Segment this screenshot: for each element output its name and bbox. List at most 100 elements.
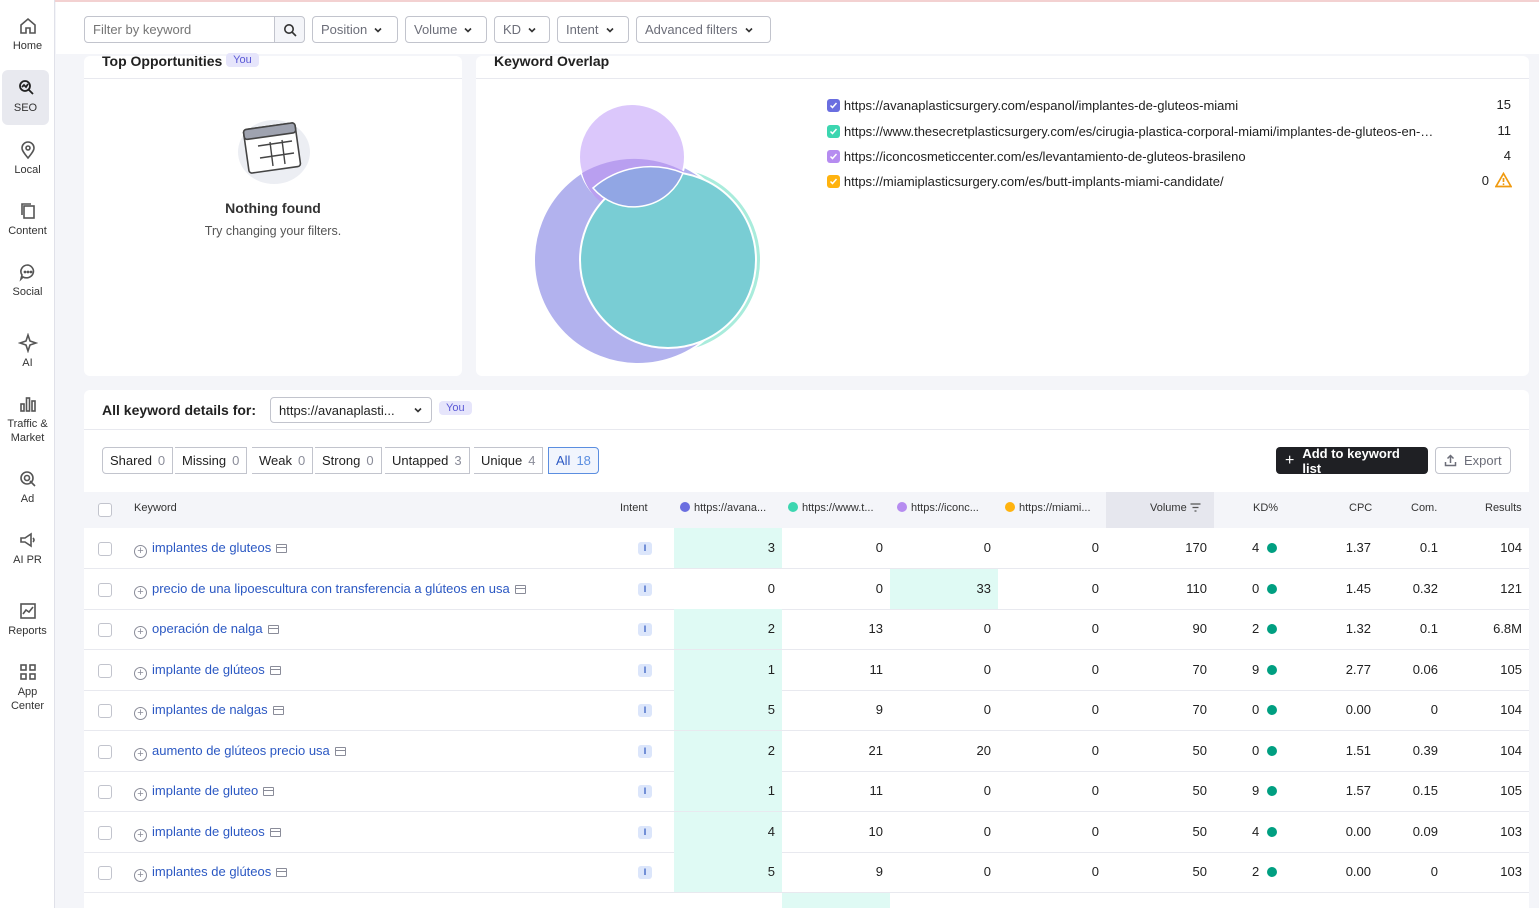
serp-icon[interactable] — [269, 666, 281, 675]
table-row-keyword[interactable]: + precio de una lipoescultura con transfe… — [134, 581, 526, 599]
add-circle-icon[interactable]: + — [134, 869, 147, 882]
checkbox-checked-icon[interactable] — [827, 149, 840, 163]
serp-icon[interactable] — [334, 747, 346, 756]
col-domain-2[interactable]: https://www.t... — [788, 502, 874, 514]
tab-untapped[interactable]: Untapped 3 — [385, 447, 470, 474]
legend-row-1[interactable]: https://avanaplasticsurgery.com/espanol/… — [827, 97, 1467, 113]
keyword-link[interactable]: implante de gluteo — [152, 783, 258, 798]
serp-icon[interactable] — [267, 625, 279, 634]
serp-icon[interactable] — [276, 544, 288, 553]
col-domain-3[interactable]: https://iconc... — [897, 502, 979, 514]
col-volume[interactable]: Volume — [1150, 502, 1201, 514]
intent-dropdown[interactable]: Intent — [557, 16, 629, 43]
cpc-cell: 1.32 — [1345, 621, 1371, 636]
row-checkbox[interactable] — [98, 785, 112, 799]
add-circle-icon[interactable]: + — [134, 829, 147, 842]
row-checkbox[interactable] — [98, 623, 112, 637]
legend-row-2[interactable]: https://www.thesecretplasticsurgery.com/… — [827, 123, 1473, 139]
serp-icon[interactable] — [514, 585, 526, 594]
keyword-link[interactable]: implantes de gluteos — [152, 540, 271, 555]
advanced-filters-dropdown[interactable]: Advanced filters — [636, 16, 771, 43]
serp-icon[interactable] — [263, 787, 275, 796]
add-circle-icon[interactable]: + — [134, 626, 147, 639]
volume-dropdown[interactable]: Volume — [405, 16, 487, 43]
nav-reports[interactable]: Reports — [0, 601, 55, 641]
row-checkbox[interactable] — [98, 745, 112, 759]
serp-icon[interactable] — [276, 868, 288, 877]
row-divider — [84, 568, 1529, 569]
nav-ad[interactable]: Ad — [0, 469, 55, 509]
position-dropdown[interactable]: Position — [312, 16, 398, 43]
keyword-link[interactable]: implante de glúteos — [152, 662, 265, 677]
add-circle-icon[interactable]: + — [134, 788, 147, 801]
col-kd[interactable]: KD% — [1253, 502, 1278, 514]
table-row-keyword[interactable]: + implante de gluteos — [134, 824, 281, 842]
table-row-keyword[interactable]: + operación de nalga — [134, 621, 279, 639]
col-domain-4[interactable]: https://miami... — [1005, 502, 1091, 514]
table-row-keyword[interactable]: + implantes de gluteos — [134, 540, 288, 558]
tab-missing[interactable]: Missing 0 — [175, 447, 248, 474]
keyword-filter-input[interactable] — [84, 16, 275, 43]
keyword-link[interactable]: implante de gluteos — [152, 824, 265, 839]
add-circle-icon[interactable]: + — [134, 667, 147, 680]
keyword-link[interactable]: implantes de glúteos — [152, 864, 271, 879]
checkbox-checked-icon[interactable] — [827, 174, 840, 188]
keyword-link[interactable]: precio de una lipoescultura con transfer… — [152, 581, 510, 596]
nav-content[interactable]: Content — [0, 201, 55, 245]
nav-seo[interactable]: SEO — [2, 70, 49, 125]
table-row-keyword[interactable]: + implante de gluteo — [134, 783, 275, 801]
select-all-checkbox[interactable] — [98, 503, 112, 517]
table-row-keyword[interactable]: + implantes de glúteos — [134, 864, 288, 882]
col-keyword[interactable]: Keyword — [134, 502, 177, 514]
legend-row-3[interactable]: https://iconcosmeticcenter.com/es/levant… — [827, 148, 1467, 164]
checkbox-checked-icon[interactable] — [827, 98, 840, 112]
keyword-link[interactable]: implantes de nalgas — [152, 702, 268, 717]
row-checkbox[interactable] — [98, 704, 112, 718]
col-cpc[interactable]: CPC — [1349, 502, 1372, 514]
serp-icon[interactable] — [272, 706, 284, 715]
row-checkbox[interactable] — [98, 664, 112, 678]
tab-unique[interactable]: Unique 4 — [474, 447, 544, 474]
nav-local[interactable]: Local — [0, 140, 55, 184]
domain-select[interactable]: https://avanaplasti... — [270, 397, 432, 423]
nav-social[interactable]: Social — [0, 262, 55, 306]
tab-shared[interactable]: Shared 0 — [102, 447, 174, 474]
add-circle-icon[interactable]: + — [134, 748, 147, 761]
table-row-keyword[interactable]: + aumento de glúteos precio usa — [134, 743, 346, 761]
nav-traffic-label-2: Market — [10, 432, 45, 444]
table-row-keyword[interactable]: + implante de glúteos — [134, 662, 281, 680]
nav-app-center[interactable]: App Center — [0, 662, 55, 714]
warning-icon[interactable] — [1495, 172, 1512, 188]
serp-icon[interactable] — [269, 828, 281, 837]
row-checkbox[interactable] — [98, 542, 112, 556]
keyword-link[interactable]: aumento de glúteos precio usa — [152, 743, 330, 758]
col-intent[interactable]: Intent — [620, 502, 648, 514]
results-cell: 121 — [1500, 581, 1522, 596]
nav-home[interactable]: Home — [0, 16, 55, 60]
checkbox-checked-icon[interactable] — [827, 124, 840, 138]
tab-all[interactable]: All 18 — [548, 447, 599, 474]
add-to-keyword-list-button[interactable]: + Add to keyword list — [1276, 446, 1428, 476]
nav-ai[interactable]: AI — [0, 333, 55, 373]
keyword-link[interactable]: operación de nalga — [152, 621, 263, 636]
nav-ai-pr[interactable]: AI PR — [0, 530, 55, 570]
nav-traffic-market[interactable]: Traffic & Market — [0, 394, 55, 446]
kd-dropdown[interactable]: KD — [494, 16, 550, 43]
row-checkbox[interactable] — [98, 583, 112, 597]
add-circle-icon[interactable]: + — [134, 586, 147, 599]
position-cell: 33 — [976, 581, 991, 596]
col-com[interactable]: Com. — [1411, 502, 1437, 514]
col-results[interactable]: Results — [1485, 502, 1522, 514]
table-row-keyword[interactable]: + implantes de nalgas — [134, 702, 284, 720]
tab-weak[interactable]: Weak 0 — [252, 447, 314, 474]
content-icon — [18, 201, 38, 221]
legend-row-4[interactable]: https://miamiplasticsurgery.com/es/butt-… — [827, 173, 1467, 189]
export-button[interactable]: Export — [1435, 447, 1511, 474]
row-checkbox[interactable] — [98, 866, 112, 880]
add-circle-icon[interactable]: + — [134, 545, 147, 558]
tab-strong[interactable]: Strong 0 — [315, 447, 382, 474]
search-button[interactable] — [274, 16, 305, 43]
row-checkbox[interactable] — [98, 826, 112, 840]
add-circle-icon[interactable]: + — [134, 707, 147, 720]
col-domain-1[interactable]: https://avana... — [680, 502, 766, 514]
